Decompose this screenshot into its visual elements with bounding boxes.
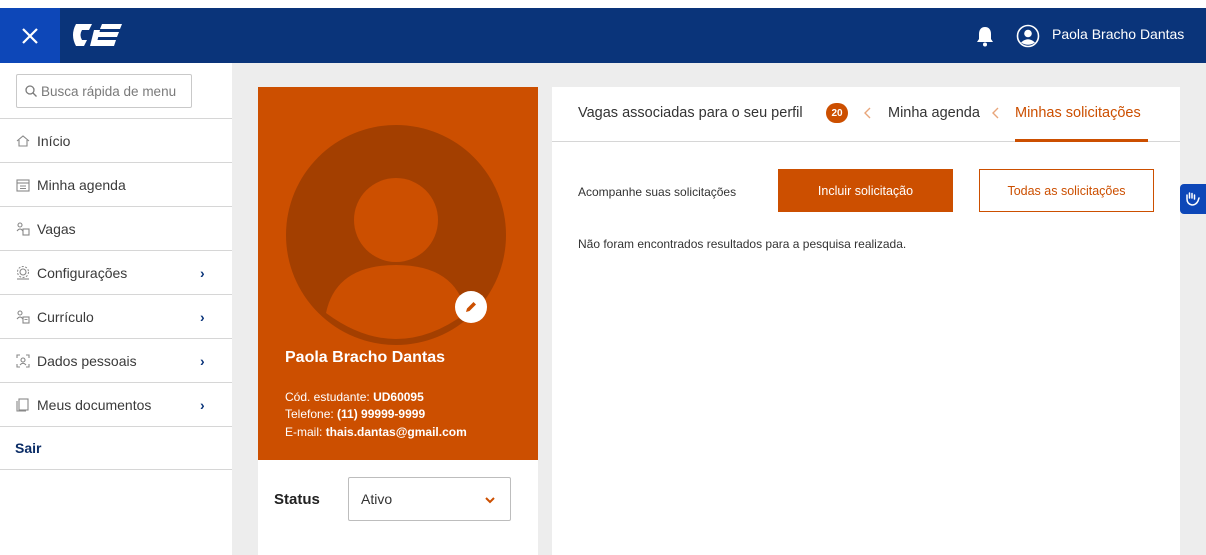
active-tab-indicator	[1015, 139, 1148, 142]
pencil-icon	[466, 302, 476, 312]
status-label: Status	[274, 491, 320, 508]
email-label: E-mail:	[285, 425, 323, 439]
sidebar-item-label: Vagas	[37, 220, 76, 237]
sidebar-item-label: Configurações	[37, 264, 128, 281]
sidebar-item-meus-documentos[interactable]: Meus documentos ›	[0, 382, 232, 426]
chevron-left-icon	[992, 107, 999, 119]
resume-icon	[16, 309, 30, 324]
chevron-down-icon	[485, 497, 495, 504]
sidebar-item-label: Minha agenda	[37, 176, 126, 193]
chevron-right-icon: ›	[200, 265, 205, 281]
tab-bar: Vagas associadas para o seu perfil 20 Mi…	[552, 87, 1180, 142]
sidebar-item-label: Meus documentos	[37, 396, 152, 413]
chevron-right-icon: ›	[200, 353, 205, 369]
sidebar-item-curriculo[interactable]: Currículo ›	[0, 294, 232, 338]
vagas-count-badge: 20	[826, 103, 848, 123]
status-value: Ativo	[361, 491, 393, 507]
search-placeholder: Busca rápida de menu	[41, 83, 177, 99]
close-icon	[22, 27, 38, 44]
profile-card-header: Paola Bracho Dantas Cód. estudante: UD60…	[258, 87, 538, 460]
phone: Telefone: (11) 99999-9999	[285, 407, 425, 421]
home-icon	[16, 134, 30, 147]
documents-icon	[16, 397, 29, 412]
tab-minhas-solicitacoes[interactable]: Minhas solicitações	[1015, 105, 1141, 121]
no-results-message: Não foram encontrados resultados para a …	[578, 237, 907, 251]
sidebar-item-label: Sair	[15, 440, 42, 456]
sidebar: Busca rápida de menu Início Minha agenda…	[0, 63, 232, 555]
incluir-solicitacao-button[interactable]: Incluir solicitação	[778, 169, 953, 212]
ciee-logo-mark	[73, 24, 122, 46]
todas-solicitacoes-button[interactable]: Todas as solicitações	[979, 169, 1154, 212]
main-panel: Vagas associadas para o seu perfil 20 Mi…	[552, 87, 1180, 555]
sidebar-item-vagas[interactable]: Vagas	[0, 206, 232, 250]
sidebar-item-configuracoes[interactable]: Configurações ›	[0, 250, 232, 294]
ciee-logo[interactable]	[72, 20, 124, 50]
student-code-value: UD60095	[373, 390, 424, 404]
student-code: Cód. estudante: UD60095	[285, 390, 424, 404]
sidebar-item-sair[interactable]: Sair	[0, 426, 232, 470]
sign-language-icon	[1186, 192, 1200, 206]
chevron-right-icon: ›	[200, 397, 205, 413]
tab-vagas-associadas[interactable]: Vagas associadas para o seu perfil	[578, 105, 803, 121]
bell-icon	[977, 27, 993, 47]
sidebar-item-minha-agenda[interactable]: Minha agenda	[0, 162, 232, 206]
profile-name: Paola Bracho Dantas	[285, 349, 446, 366]
chevron-right-icon: ›	[200, 309, 205, 325]
calendar-icon	[16, 178, 30, 192]
phone-value: (11) 99999-9999	[337, 407, 426, 421]
accessibility-widget-button[interactable]	[1180, 184, 1206, 214]
sidebar-item-label: Início	[37, 132, 71, 149]
header-user-name[interactable]: Paola Bracho Dantas	[1052, 26, 1184, 42]
personal-data-icon	[16, 353, 30, 368]
sidebar-item-label: Currículo	[37, 308, 94, 325]
close-menu-button[interactable]	[0, 8, 60, 63]
menu-search-input[interactable]: Busca rápida de menu	[16, 74, 192, 108]
sidebar-item-inicio[interactable]: Início	[0, 118, 232, 162]
student-code-label: Cód. estudante:	[285, 390, 370, 404]
phone-label: Telefone:	[285, 407, 334, 421]
sidebar-item-label: Dados pessoais	[37, 352, 137, 369]
settings-icon	[17, 265, 29, 280]
tab-minha-agenda[interactable]: Minha agenda	[888, 105, 980, 121]
user-menu-button[interactable]	[1016, 24, 1040, 48]
edit-avatar-button[interactable]	[455, 291, 487, 323]
acompanhe-text: Acompanhe suas solicitações	[578, 185, 737, 199]
status-select[interactable]: Ativo	[348, 477, 511, 521]
email: E-mail: thais.dantas@gmail.com	[285, 425, 467, 439]
sidebar-item-dados-pessoais[interactable]: Dados pessoais ›	[0, 338, 232, 382]
vagas-icon	[16, 221, 30, 236]
search-icon	[25, 85, 37, 97]
chevron-left-icon	[864, 107, 871, 119]
notifications-button[interactable]	[975, 25, 995, 47]
user-circle-icon	[1016, 24, 1040, 48]
email-value: thais.dantas@gmail.com	[325, 425, 467, 439]
profile-card: Paola Bracho Dantas Cód. estudante: UD60…	[258, 87, 538, 555]
